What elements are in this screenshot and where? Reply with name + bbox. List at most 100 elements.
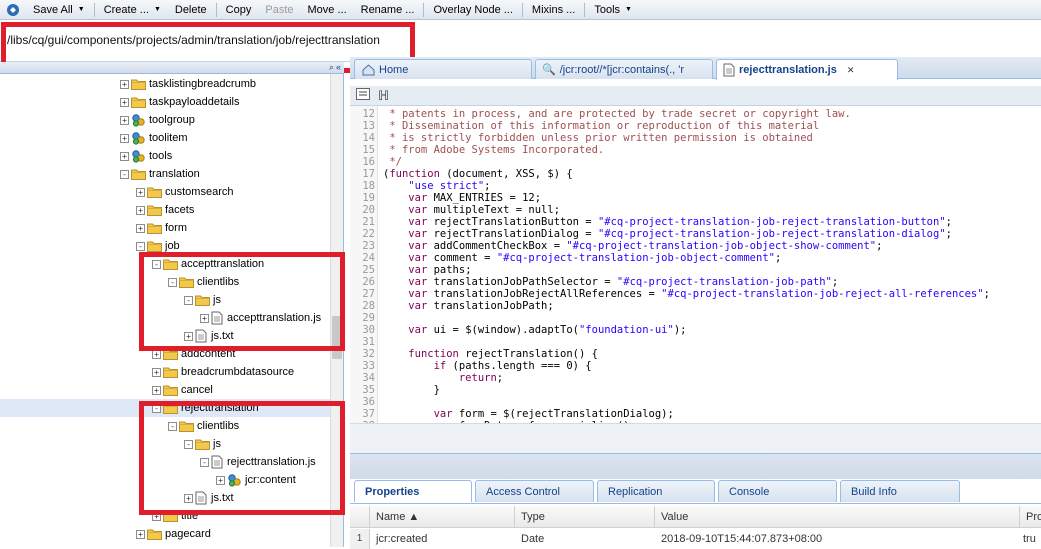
tree-search-icon[interactable]: ⌕ <box>329 62 334 73</box>
tab-access-control[interactable]: Access Control <box>475 480 594 502</box>
tree-node[interactable]: + customsearch <box>136 183 233 201</box>
expand-icon[interactable]: + <box>216 475 225 485</box>
code-line-text[interactable]: * is strictly forbidden unless prior wri… <box>383 132 813 144</box>
code-line-text[interactable]: (function (document, XSS, $) { <box>383 168 573 180</box>
tree-node[interactable]: - js <box>184 435 221 453</box>
crxde-logo-icon[interactable] <box>4 1 22 19</box>
tab-build-info[interactable]: Build Info <box>840 480 960 502</box>
column-header-name[interactable]: Name ▲ <box>370 506 515 528</box>
code-line-text[interactable]: var rejectTranslationButton = "#cq-proje… <box>383 216 952 228</box>
tree-node[interactable]: + js.txt <box>184 489 234 507</box>
expand-icon[interactable]: + <box>136 187 145 197</box>
tree-node[interactable]: + form <box>136 219 187 237</box>
tree-node[interactable]: + tasklistingbreadcrumb <box>120 75 256 93</box>
collapse-icon[interactable]: - <box>168 277 177 287</box>
code-line-text[interactable]: var rejectTranslationDialog = "#cq-proje… <box>383 228 952 240</box>
tree-scrollbar[interactable] <box>330 74 343 547</box>
code-line-text[interactable]: * from Adobe Systems Incorporated. <box>383 144 604 156</box>
code-line-text[interactable]: var multipleText = null; <box>383 204 560 216</box>
expand-icon[interactable]: + <box>152 367 161 377</box>
tab-console[interactable]: Console <box>718 480 837 502</box>
tab-replication[interactable]: Replication <box>597 480 715 502</box>
collapse-icon[interactable]: - <box>136 241 145 251</box>
column-header-value[interactable]: Value <box>655 506 1020 528</box>
path-input[interactable]: /libs/cq/gui/components/projects/admin/t… <box>7 33 380 47</box>
code-line-text[interactable]: function rejectTranslation() { <box>383 348 598 360</box>
expand-icon[interactable]: + <box>152 385 161 395</box>
expand-icon[interactable]: + <box>120 115 129 125</box>
expand-icon[interactable]: + <box>120 79 129 89</box>
code-line-text[interactable]: } <box>383 384 440 396</box>
tree-node[interactable]: - accepttranslation <box>152 255 264 273</box>
code-editor[interactable]: 12 13 14 15 16 17 18 19 20 21 22 23 24 25 26 27 28 29 30 31… <box>350 106 1041 423</box>
collapse-icon[interactable]: - <box>184 439 193 449</box>
expand-icon[interactable]: + <box>136 205 145 215</box>
tree-node[interactable]: - translation <box>120 165 200 183</box>
code-line-text[interactable]: var addCommentCheckBox = "#cq-project-tr… <box>383 240 882 252</box>
code-line-text[interactable]: "use strict"; <box>383 180 490 192</box>
code-line-text[interactable]: var ui = $(window).adaptTo("foundation-u… <box>383 324 686 336</box>
column-header-protected[interactable]: Pro <box>1020 506 1041 528</box>
code-line-text[interactable]: var form = $(rejectTranslationDialog); <box>383 408 674 420</box>
tree-node[interactable]: + taskpayloaddetails <box>120 93 240 111</box>
tree-node[interactable]: - clientlibs <box>168 417 239 435</box>
mixins-button[interactable]: Mixins ... <box>525 1 582 19</box>
tree-node[interactable]: + js.txt <box>184 327 234 345</box>
collapse-panel-icon[interactable]: « <box>336 62 341 73</box>
code-line-text[interactable]: return; <box>383 372 503 384</box>
delete-button[interactable]: Delete <box>168 1 214 19</box>
tree-node[interactable]: + breadcrumbdatasource <box>152 363 294 381</box>
code-line-text[interactable]: if (paths.length === 0) { <box>383 360 592 372</box>
code-line-text[interactable]: var translationJobPathSelector = "#cq-pr… <box>383 276 838 288</box>
tab-properties[interactable]: Properties <box>354 480 472 502</box>
expand-icon[interactable]: + <box>136 223 145 233</box>
expand-icon[interactable]: + <box>200 313 209 323</box>
tree-node[interactable]: - rejecttranslation.js <box>200 453 316 471</box>
collapse-icon[interactable]: - <box>152 259 161 269</box>
tab-search-query[interactable]: 🔍 /jcr:root//*[jcr:contains(., 'r <box>535 59 713 79</box>
collapse-icon[interactable]: - <box>168 421 177 431</box>
tree-node[interactable]: + toolitem <box>120 129 188 147</box>
tree-node[interactable]: + jcr:content <box>216 471 296 489</box>
code-line-text[interactable]: * Dissemination of this information or r… <box>383 120 819 132</box>
tools-button[interactable]: Tools ▼ <box>587 1 639 19</box>
column-header-type[interactable]: Type <box>515 506 655 528</box>
copy-button[interactable]: Copy <box>219 1 259 19</box>
expand-icon[interactable]: + <box>152 349 161 359</box>
expand-icon[interactable]: + <box>120 133 129 143</box>
code-line-text[interactable]: var paths; <box>383 264 471 276</box>
paste-button[interactable]: Paste <box>258 1 300 19</box>
tab-home[interactable]: Home <box>354 59 532 79</box>
tree-node[interactable]: + addcontent <box>152 345 235 363</box>
code-line-text[interactable]: * patents in process, and are protected … <box>383 108 850 120</box>
expand-icon[interactable]: + <box>184 331 193 341</box>
move-button[interactable]: Move ... <box>301 1 354 19</box>
expand-icon[interactable]: + <box>184 493 193 503</box>
tree-node[interactable]: - rejecttranslation <box>0 399 330 417</box>
collapse-icon[interactable]: - <box>120 169 129 179</box>
collapse-icon[interactable]: - <box>184 295 193 305</box>
create-button[interactable]: Create ... ▼ <box>97 1 168 19</box>
tree-node[interactable]: + title <box>152 507 198 525</box>
code-line-text[interactable]: var comment = "#cq-project-translation-j… <box>383 252 781 264</box>
expand-icon[interactable]: + <box>136 529 145 539</box>
code-line-text[interactable]: var MAX_ENTRIES = 12; <box>383 192 541 204</box>
tree-node[interactable]: + accepttranslation.js <box>200 309 321 327</box>
code-line-text[interactable]: */ <box>383 156 402 168</box>
tree-node[interactable]: + pagecard <box>136 525 211 543</box>
code-line-text[interactable]: var translationJobRejectAllReferences = … <box>383 288 990 300</box>
close-tab-icon[interactable]: ✕ <box>847 65 855 76</box>
format-icon[interactable] <box>356 88 370 103</box>
find-icon[interactable]: ℍ <box>378 88 389 104</box>
expand-icon[interactable]: + <box>152 511 161 521</box>
tree-node[interactable]: - job <box>136 237 180 255</box>
property-name-cell[interactable]: jcr:created <box>370 529 515 549</box>
tree-node[interactable]: - js <box>184 291 221 309</box>
code-line-text[interactable]: var translationJobPath; <box>383 300 553 312</box>
save-all-button[interactable]: Save All ▼ <box>26 1 92 19</box>
tab-rejecttranslation-js[interactable]: rejecttranslation.js ✕ <box>716 59 898 80</box>
tree-scrollbar-thumb[interactable] <box>332 316 342 359</box>
expand-icon[interactable]: + <box>120 97 129 107</box>
expand-icon[interactable]: + <box>120 151 129 161</box>
property-value-cell[interactable]: 2018-09-10T15:44:07.873+08:00 <box>655 529 1020 549</box>
